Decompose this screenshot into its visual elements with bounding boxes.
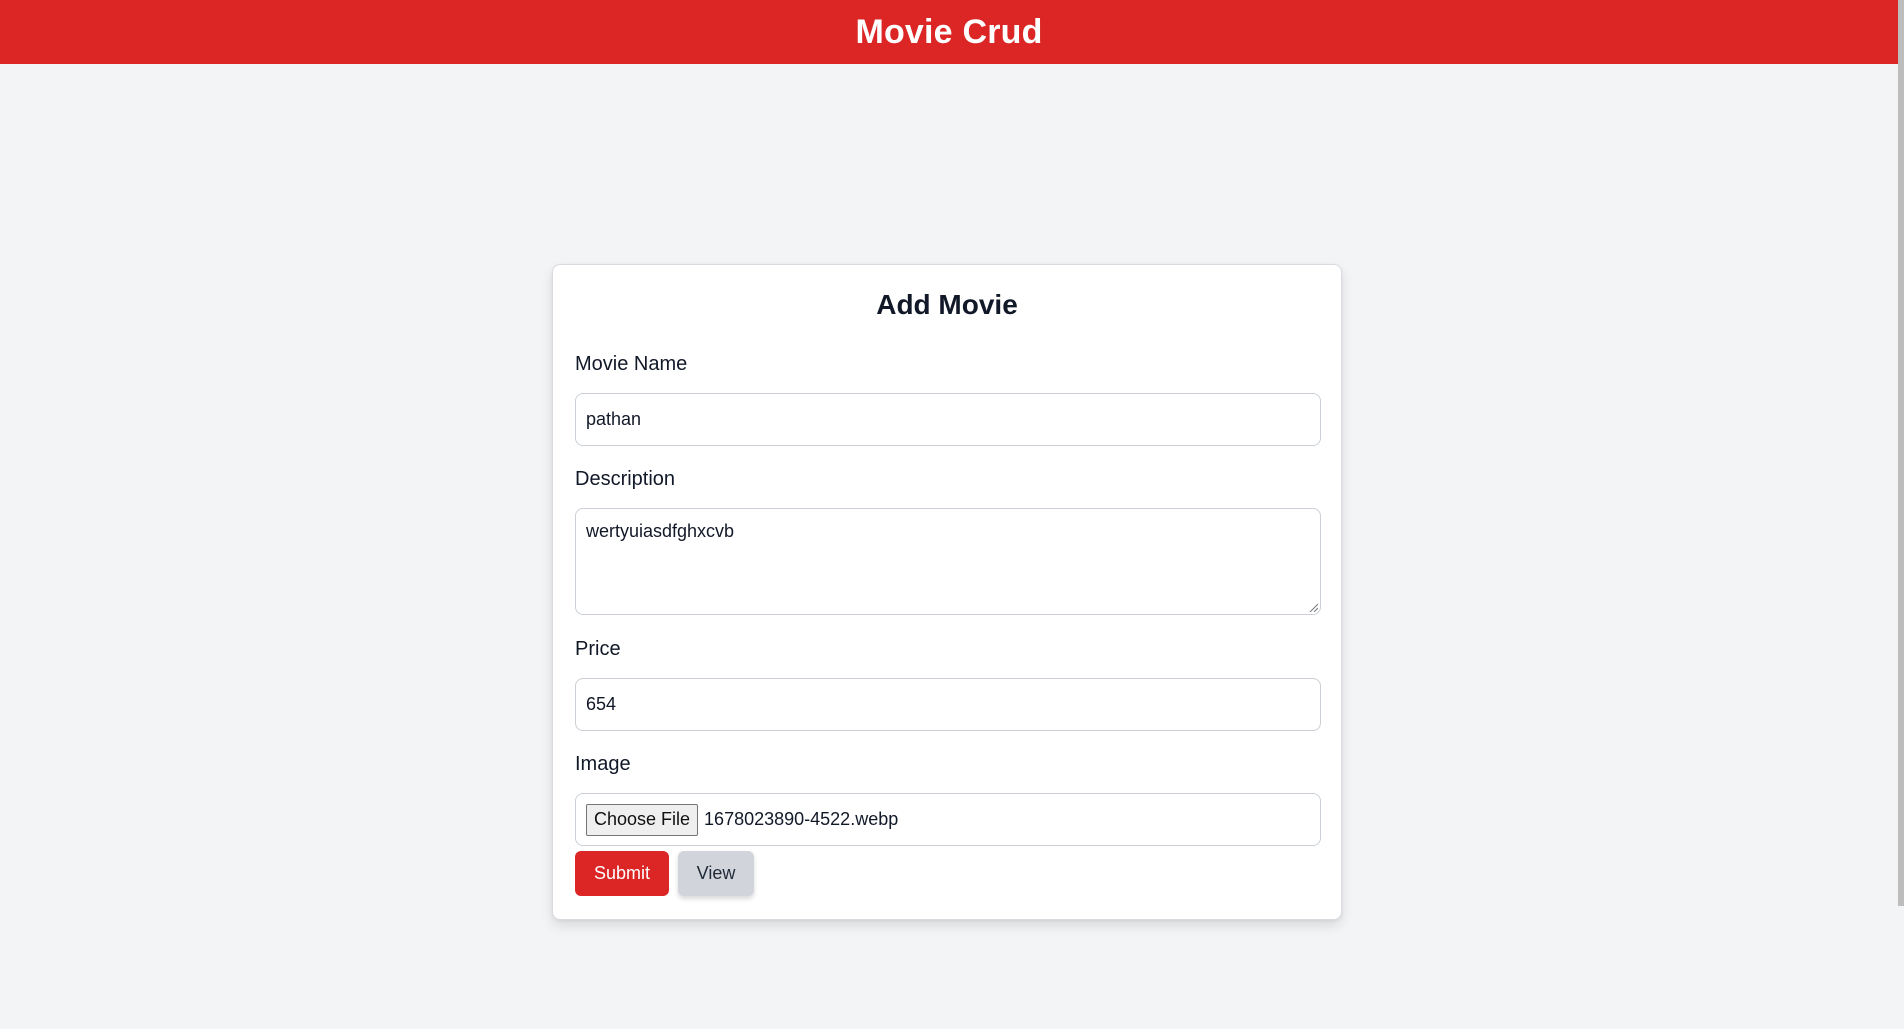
image-file-input[interactable]: Choose File 1678023890-4522.webp [575,793,1321,846]
view-button[interactable]: View [678,851,754,896]
scrollbar-thumb[interactable] [1898,0,1904,906]
movie-name-label: Movie Name [575,353,688,375]
movie-name-input[interactable] [575,393,1321,446]
image-label: Image [575,753,631,775]
form-title: Add Movie [876,289,1018,320]
app-title: Movie Crud [855,12,1043,51]
price-label: Price [575,638,621,660]
description-label: Description [575,468,676,490]
selected-file-name: 1678023890-4522.webp [704,809,899,829]
choose-file-button[interactable]: Choose File [586,803,699,836]
add-movie-form: Add Movie Movie Name Description wertyui… [552,264,1342,920]
resize-grip-icon[interactable] [1308,602,1318,612]
price-input[interactable] [575,678,1321,731]
page-scrollbar[interactable] [1898,0,1904,1029]
description-wrapper: wertyuiasdfghxcvb [575,508,1321,615]
submit-button[interactable]: Submit [575,851,669,896]
description-textarea[interactable]: wertyuiasdfghxcvb [575,508,1321,615]
app-header: Movie Crud [0,0,1898,64]
